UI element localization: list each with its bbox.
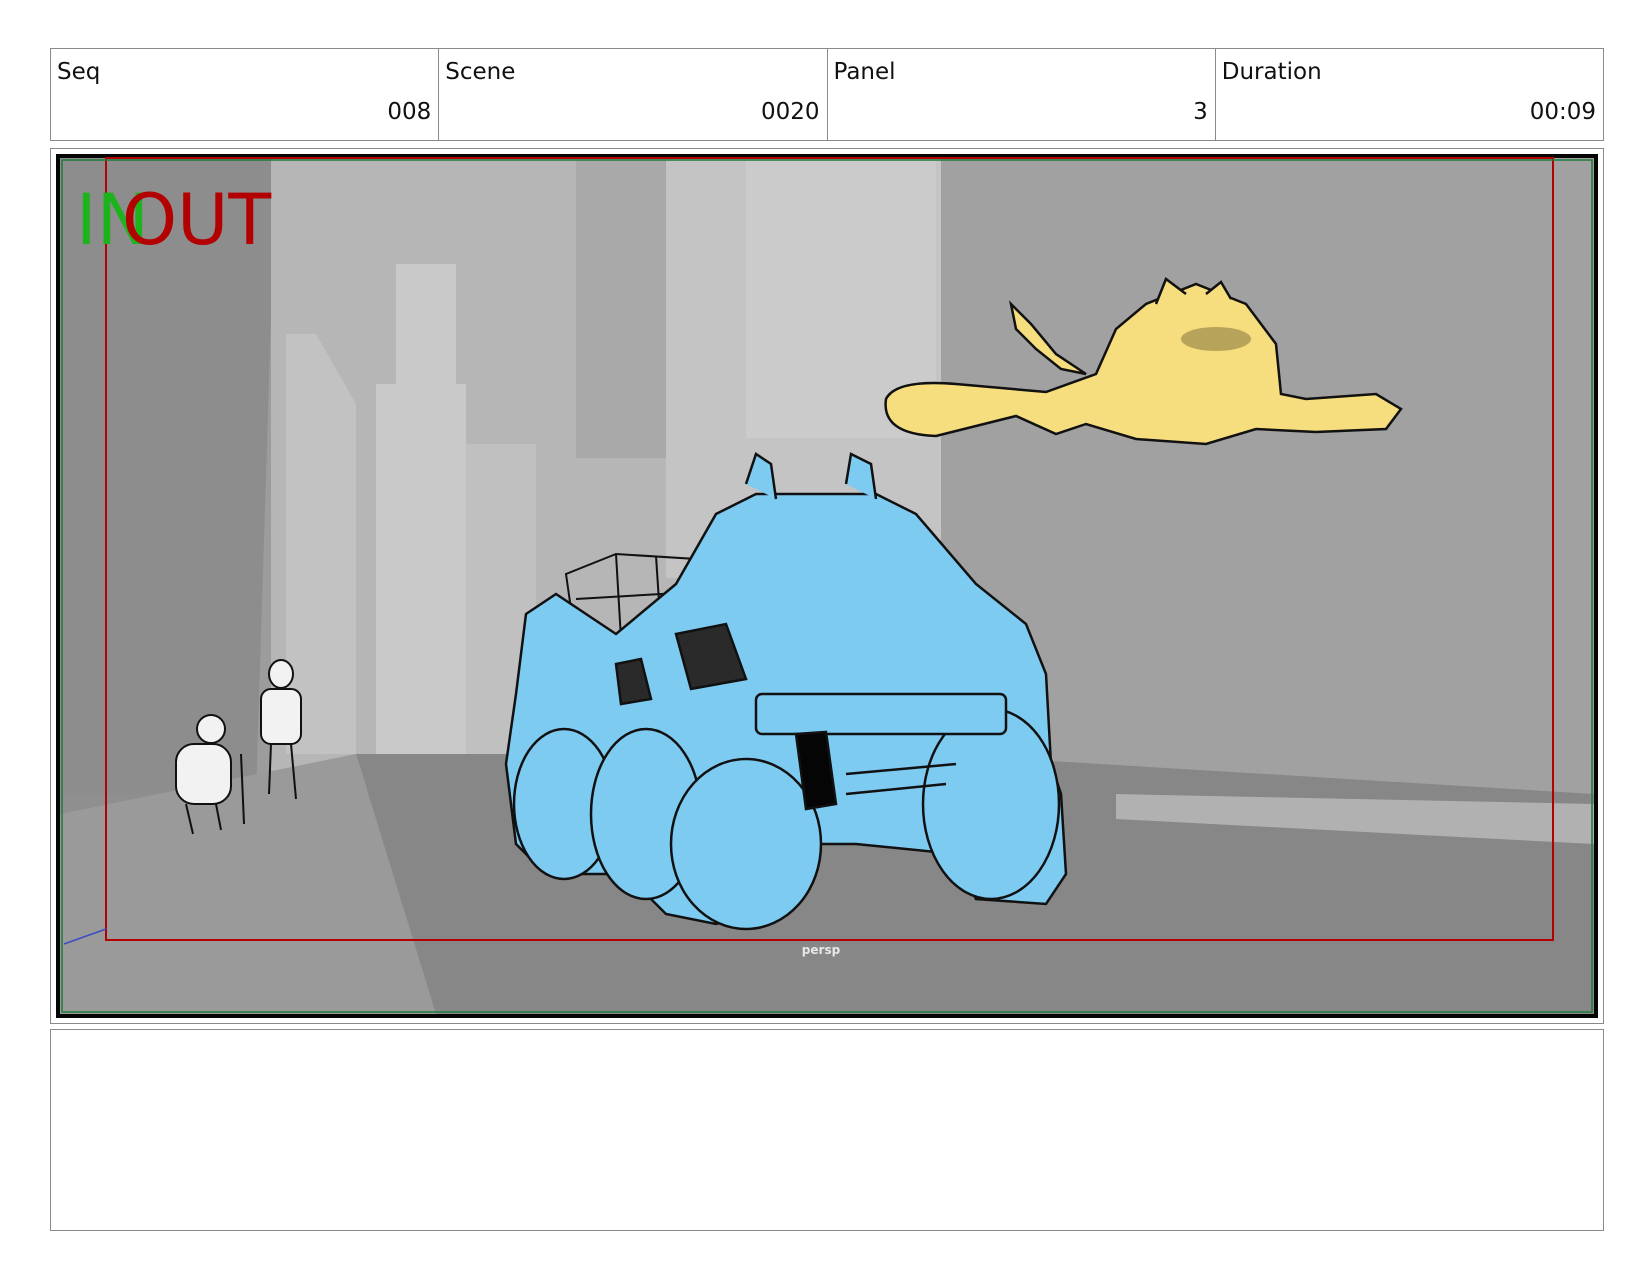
- panel-label: Panel: [833, 59, 896, 85]
- panel-header: Seq 008 Scene 0020 Panel 3 Duration 00:0…: [50, 48, 1604, 141]
- seq-cell: Seq 008: [51, 49, 440, 140]
- duration-label: Duration: [1221, 59, 1322, 85]
- scene-value: 0020: [760, 99, 820, 125]
- duration-cell: Duration 00:09: [1216, 49, 1603, 140]
- seq-label: Seq: [57, 59, 101, 85]
- camera-label: persp: [802, 943, 841, 957]
- storyboard-viewport[interactable]: IN OUT persp: [56, 154, 1598, 1018]
- storyboard-panel-frame: IN OUT persp: [50, 148, 1604, 1024]
- scene-cell: Scene 0020: [439, 49, 828, 140]
- panel-value: 3: [1193, 99, 1208, 125]
- storyboard-drawing: IN OUT persp: [60, 157, 1594, 1014]
- building-shadow: [576, 158, 666, 458]
- panel-notes-box[interactable]: [50, 1029, 1604, 1231]
- panel-cell: Panel 3: [828, 49, 1216, 140]
- scene-label: Scene: [445, 59, 516, 85]
- duration-value: 00:09: [1529, 99, 1596, 125]
- seq-value: 008: [387, 99, 432, 125]
- out-marker: OUT: [122, 179, 271, 261]
